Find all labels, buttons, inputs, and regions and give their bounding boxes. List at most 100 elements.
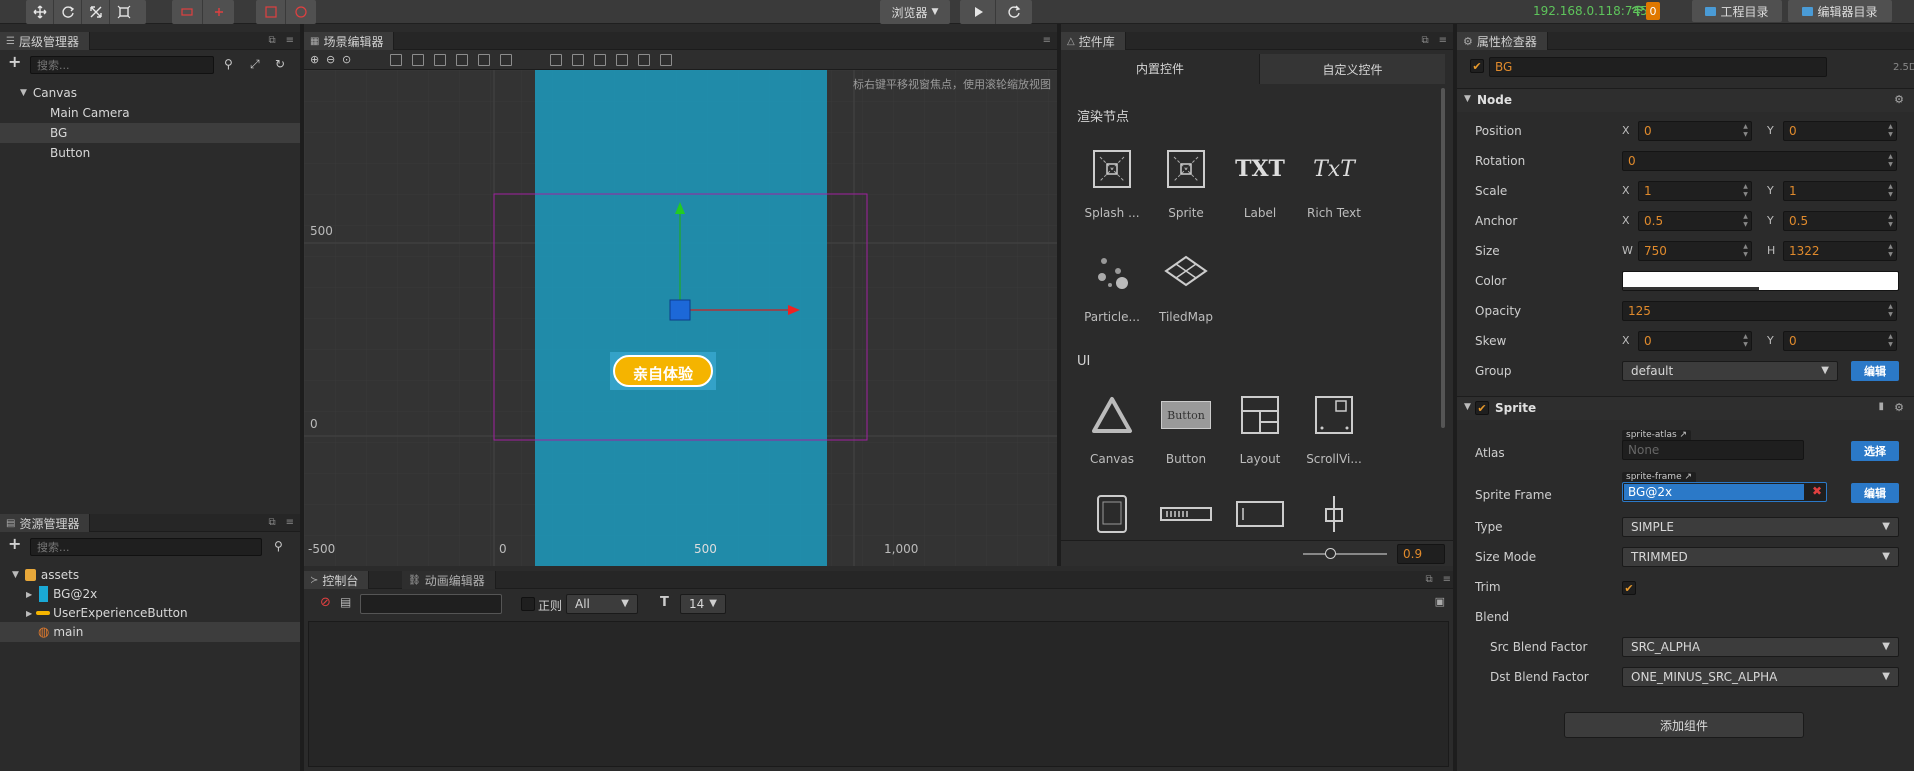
stepper-icon[interactable]: ▲ ▼ bbox=[1887, 303, 1894, 319]
hierarchy-search-input[interactable]: 搜索... bbox=[30, 56, 214, 74]
align-right-icon[interactable] bbox=[434, 54, 446, 66]
local-icon[interactable] bbox=[256, 0, 286, 24]
stepper-icon[interactable]: ▲ ▼ bbox=[1742, 333, 1749, 349]
asset-item-main[interactable]: ◍ main bbox=[0, 622, 300, 642]
stepper-icon[interactable]: ▲ ▼ bbox=[1887, 213, 1894, 229]
size-h-input[interactable]: 1322 ▲ ▼ bbox=[1783, 241, 1897, 261]
library-tab[interactable]: △ 控件库 bbox=[1061, 32, 1126, 50]
trim-checkbox[interactable]: ✔ bbox=[1622, 581, 1636, 595]
menu-icon[interactable]: ≡ bbox=[1439, 35, 1447, 46]
collapse-icon[interactable]: ⤢ bbox=[250, 57, 260, 72]
console-tab[interactable]: ≻ 控制台 bbox=[304, 571, 370, 589]
stepper-icon[interactable]: ▲ ▼ bbox=[1887, 333, 1894, 349]
clear-icon[interactable]: ✖ bbox=[1812, 484, 1822, 498]
widget-label[interactable]: TXT Label bbox=[1223, 142, 1297, 232]
gear-icon[interactable]: ⚙ bbox=[1894, 93, 1904, 106]
editor-dir-button[interactable]: 编辑器目录 bbox=[1788, 0, 1892, 22]
popout-icon[interactable]: ⧉ bbox=[268, 517, 275, 528]
console-search-input[interactable] bbox=[360, 594, 502, 614]
menu-icon[interactable]: ≡ bbox=[286, 35, 294, 46]
stepper-icon[interactable]: ▲ ▼ bbox=[1887, 243, 1894, 259]
play-icon[interactable] bbox=[960, 0, 996, 24]
center-icon[interactable] bbox=[203, 0, 234, 24]
atlas-field[interactable]: None bbox=[1622, 440, 1804, 460]
scale-y-input[interactable]: 1 ▲ ▼ bbox=[1783, 181, 1897, 201]
sprite-enabled-checkbox[interactable]: ✔ bbox=[1475, 401, 1489, 415]
popout-icon[interactable]: ⧉ bbox=[1421, 35, 1428, 46]
refresh-icon[interactable] bbox=[996, 0, 1032, 24]
stepper-icon[interactable]: ▲ ▼ bbox=[1887, 183, 1894, 199]
widget-pageview[interactable] bbox=[1075, 492, 1149, 536]
global-icon[interactable] bbox=[286, 0, 316, 24]
src-blend-select[interactable]: SRC_ALPHA ▼ bbox=[1622, 637, 1899, 657]
widget-layout[interactable]: Layout bbox=[1223, 388, 1297, 478]
move-tool-icon[interactable] bbox=[26, 0, 54, 24]
asset-item-bg2x[interactable]: ▶ BG@2x bbox=[0, 584, 300, 604]
menu-icon[interactable]: ≡ bbox=[1443, 574, 1451, 585]
menu-icon[interactable]: ≡ bbox=[1043, 35, 1051, 46]
tree-item-canvas[interactable]: ▼ Canvas bbox=[0, 83, 300, 103]
widget-button[interactable]: Button Button bbox=[1149, 388, 1223, 478]
library-scrollbar[interactable] bbox=[1441, 88, 1445, 428]
expand-arrow-icon[interactable]: ▶ bbox=[26, 590, 32, 599]
distribute-top-icon[interactable] bbox=[550, 54, 562, 66]
widget-tiledmap[interactable]: TiledMap bbox=[1149, 246, 1223, 336]
pivot-icon[interactable] bbox=[172, 0, 203, 24]
stepper-icon[interactable]: ▲ ▼ bbox=[1887, 123, 1894, 139]
widget-particle[interactable]: Particle... bbox=[1075, 246, 1149, 336]
search-icon[interactable]: ⚲ bbox=[224, 57, 233, 71]
widget-splash[interactable]: Splash ... bbox=[1075, 142, 1149, 232]
widget-progressbar[interactable] bbox=[1149, 492, 1223, 536]
size-w-input[interactable]: 750 ▲ ▼ bbox=[1638, 241, 1752, 261]
distribute-vcenter-icon[interactable] bbox=[572, 54, 584, 66]
scene-tab[interactable]: ▦ 场景编辑器 bbox=[304, 32, 395, 50]
add-node-icon[interactable]: + bbox=[8, 52, 21, 71]
stepper-icon[interactable]: ▲ ▼ bbox=[1742, 213, 1749, 229]
scale-x-input[interactable]: 1 ▲ ▼ bbox=[1638, 181, 1752, 201]
position-y-input[interactable]: 0 ▲ ▼ bbox=[1783, 121, 1897, 141]
zoom-reset-icon[interactable]: ⊙ bbox=[342, 53, 351, 66]
zoom-in-icon[interactable]: ⊕ bbox=[310, 53, 319, 66]
zoom-out-icon[interactable]: ⊖ bbox=[326, 53, 335, 66]
group-select[interactable]: default ▼ bbox=[1622, 361, 1838, 381]
distribute-right-icon[interactable] bbox=[660, 54, 672, 66]
color-swatch[interactable] bbox=[1622, 271, 1899, 291]
expand-arrow-icon[interactable]: ▶ bbox=[26, 609, 32, 618]
tab-custom[interactable]: 自定义控件 bbox=[1259, 54, 1445, 84]
distribute-left-icon[interactable] bbox=[616, 54, 628, 66]
collapse-arrow-icon[interactable]: ▼ bbox=[1464, 94, 1471, 104]
collapse-icon[interactable]: ▣ bbox=[1435, 595, 1445, 608]
browser-select[interactable]: 浏览器 ▼ bbox=[880, 0, 950, 24]
add-asset-icon[interactable]: + bbox=[8, 534, 21, 553]
asset-item-userexperiencebutton[interactable]: ▶ UserExperienceButton bbox=[0, 603, 300, 623]
size-mode-select[interactable]: TRIMMED ▼ bbox=[1622, 547, 1899, 567]
opacity-input[interactable]: 125 ▲ ▼ bbox=[1622, 301, 1897, 321]
hierarchy-tab[interactable]: ☰ 层级管理器 bbox=[0, 32, 90, 50]
rect-tool-icon[interactable] bbox=[110, 0, 138, 24]
add-component-button[interactable]: 添加组件 bbox=[1564, 712, 1804, 738]
log-file-icon[interactable]: ▤ bbox=[340, 595, 351, 609]
stepper-icon[interactable]: ▲ ▼ bbox=[1742, 183, 1749, 199]
sprite-frame-field[interactable]: BG@2x ✖ bbox=[1622, 482, 1827, 502]
assets-search-input[interactable]: 搜索... bbox=[30, 538, 262, 556]
stepper-icon[interactable]: ▲ ▼ bbox=[1742, 243, 1749, 259]
tree-item-bg[interactable]: BG bbox=[0, 123, 300, 143]
zoom-value-field[interactable]: 0.9 bbox=[1397, 544, 1445, 564]
regex-checkbox[interactable] bbox=[521, 597, 535, 611]
atlas-select-button[interactable]: 选择 bbox=[1851, 441, 1899, 461]
inspector-tab[interactable]: ⚙ 属性检查器 bbox=[1457, 32, 1548, 50]
popout-icon[interactable]: ⧉ bbox=[1425, 574, 1432, 585]
align-hcenter-icon[interactable] bbox=[412, 54, 424, 66]
popout-icon[interactable]: ⧉ bbox=[268, 35, 275, 46]
type-select[interactable]: SIMPLE ▼ bbox=[1622, 517, 1899, 537]
node-active-checkbox[interactable]: ✔ bbox=[1470, 59, 1484, 73]
position-x-input[interactable]: 0 ▲ ▼ bbox=[1638, 121, 1752, 141]
zoom-slider[interactable] bbox=[1303, 553, 1387, 555]
align-bottom-icon[interactable] bbox=[500, 54, 512, 66]
rotate-tool-icon[interactable] bbox=[54, 0, 82, 24]
distribute-hcenter-icon[interactable] bbox=[638, 54, 650, 66]
assets-tab[interactable]: ▤ 资源管理器 bbox=[0, 514, 91, 532]
tree-item-main-camera[interactable]: Main Camera bbox=[0, 103, 300, 123]
font-size-select[interactable]: 14 ▼ bbox=[680, 594, 726, 614]
collapse-arrow-icon[interactable]: ▼ bbox=[1464, 402, 1471, 412]
